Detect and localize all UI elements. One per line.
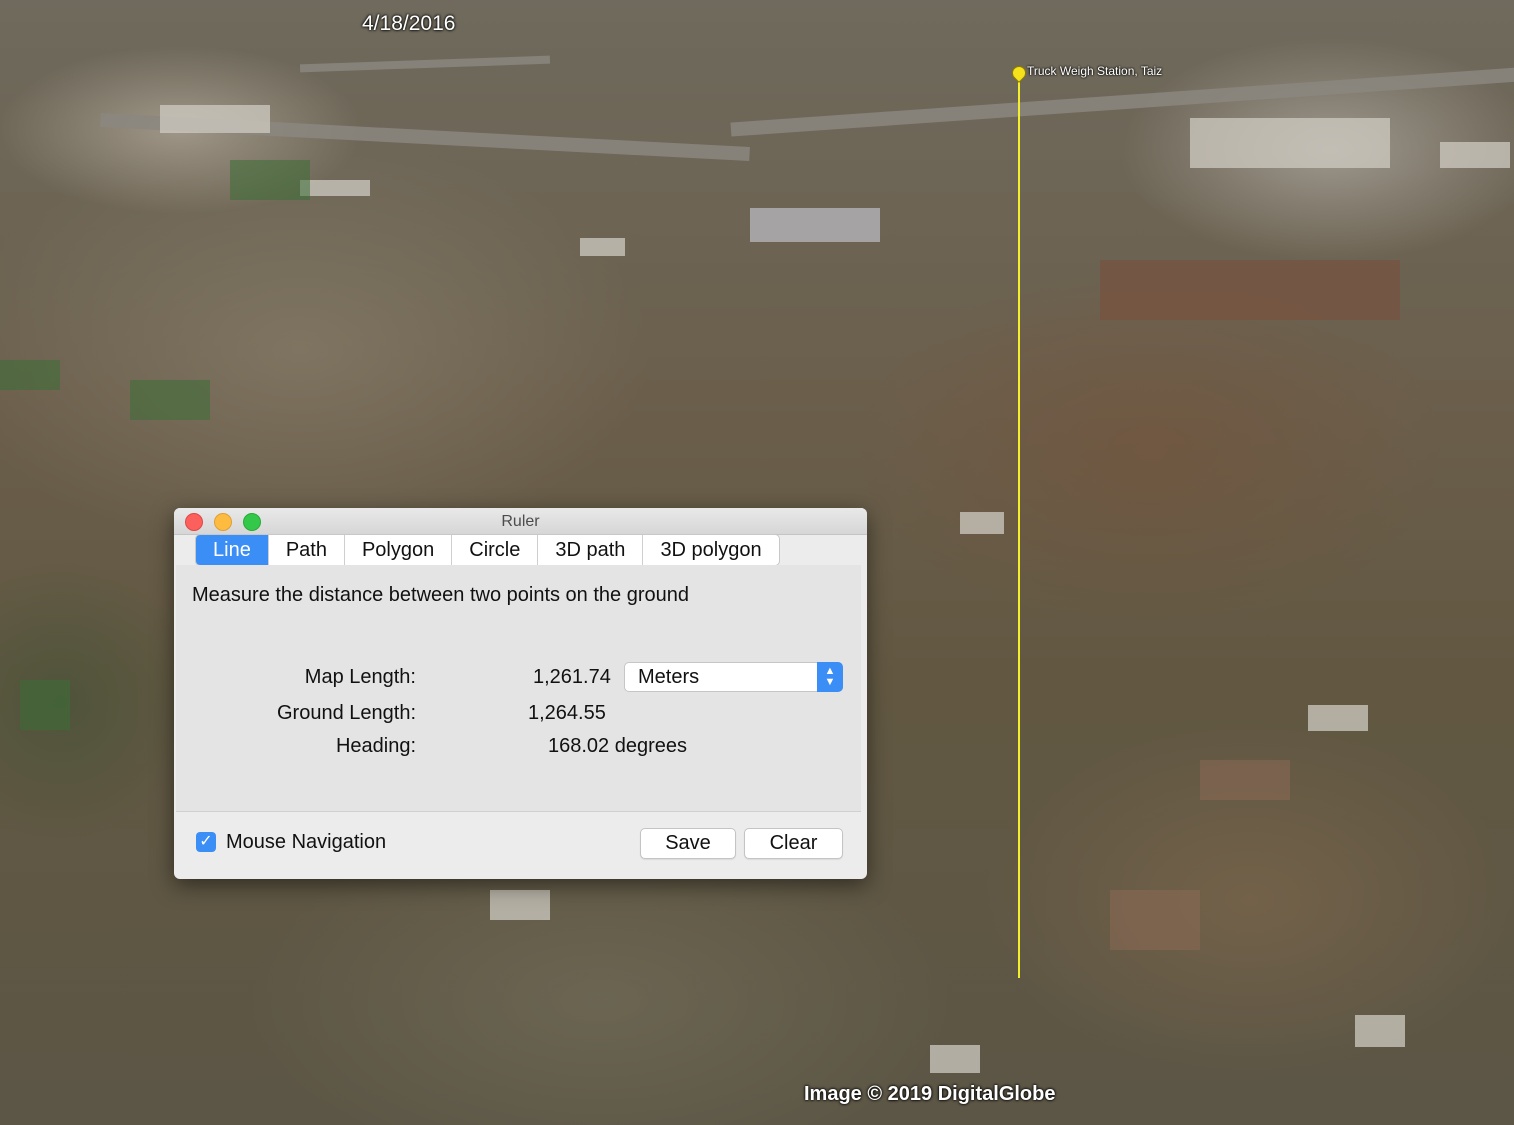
tab-polygon[interactable]: Polygon — [345, 535, 453, 565]
unit-select[interactable]: Meters ▲ ▼ — [624, 662, 843, 692]
building — [1308, 705, 1368, 731]
building — [490, 890, 550, 920]
measure-mode-tabs: Line Path Polygon Circle 3D path 3D poly… — [195, 534, 780, 566]
heading-value: 168.02 degrees — [548, 735, 688, 757]
window-title: Ruler — [501, 513, 540, 530]
building — [930, 1045, 980, 1073]
chevron-up-down-icon: ▲ ▼ — [817, 662, 843, 692]
building — [580, 238, 625, 256]
window-titlebar[interactable]: Ruler — [174, 508, 867, 535]
tab-3d-path[interactable]: 3D path — [538, 535, 644, 565]
imagery-date: 4/18/2016 — [362, 12, 456, 35]
ground-length-label: Ground Length: — [277, 702, 416, 724]
building — [1190, 118, 1390, 168]
mouse-navigation-checkbox[interactable]: ✓ — [196, 832, 216, 852]
field — [1200, 760, 1290, 800]
field — [1100, 260, 1400, 320]
measure-line — [1018, 74, 1020, 978]
imagery-credit: Image © 2019 DigitalGlobe — [804, 1083, 1056, 1105]
mouse-navigation-label[interactable]: Mouse Navigation — [226, 831, 386, 854]
building — [750, 208, 880, 242]
heading-label: Heading: — [335, 735, 416, 757]
clear-button[interactable]: Clear — [744, 828, 843, 859]
building — [1440, 142, 1510, 168]
placemark-label[interactable]: Truck Weigh Station, Taiz — [1027, 64, 1162, 78]
building — [1355, 1015, 1405, 1047]
map-length-label: Map Length: — [304, 666, 416, 688]
field — [0, 360, 60, 390]
road — [299, 55, 551, 73]
field — [1110, 890, 1200, 950]
building — [300, 180, 370, 196]
measure-panel: Measure the distance between two points … — [176, 565, 861, 812]
building — [160, 105, 270, 133]
ruler-window: Ruler Line Path Polygon Circle 3D path 3… — [174, 508, 867, 879]
tab-path[interactable]: Path — [269, 535, 345, 565]
map-length-value: 1,261.74 — [533, 666, 611, 688]
ground-length-value: 1,264.55 — [528, 702, 606, 724]
tab-circle[interactable]: Circle — [452, 535, 539, 565]
checkmark-icon: ✓ — [199, 833, 213, 850]
measure-description: Measure the distance between two points … — [192, 584, 689, 606]
tab-3d-polygon[interactable]: 3D polygon — [643, 535, 778, 565]
tab-line[interactable]: Line — [196, 535, 269, 565]
field — [230, 160, 310, 200]
unit-select-value: Meters — [638, 666, 700, 688]
field — [20, 680, 70, 730]
placemark-pin-icon[interactable] — [1009, 63, 1029, 83]
building — [960, 512, 1004, 534]
save-button[interactable]: Save — [640, 828, 736, 859]
field — [130, 380, 210, 420]
